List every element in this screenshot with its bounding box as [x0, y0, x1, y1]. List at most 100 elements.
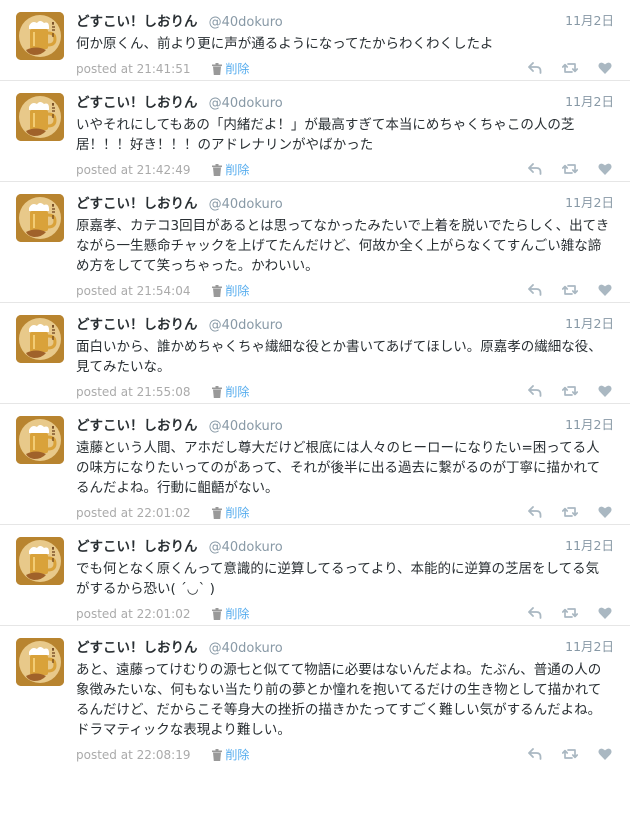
- retweet-icon: [562, 608, 579, 618]
- like-button[interactable]: [598, 747, 612, 761]
- trash-icon: [212, 285, 223, 297]
- tweet-header: どすこい！しおりん @40dokuro 11月2日: [76, 536, 614, 556]
- reply-button[interactable]: [528, 162, 542, 176]
- screen-name[interactable]: @40dokuro: [209, 540, 283, 555]
- user-name[interactable]: どすこい！しおりん: [76, 640, 198, 656]
- avatar[interactable]: [16, 93, 64, 141]
- like-button[interactable]: [598, 505, 612, 519]
- posted-time[interactable]: posted at 21:55:08: [76, 385, 191, 399]
- avatar[interactable]: [16, 638, 64, 686]
- heart-icon: [598, 607, 612, 619]
- screen-name[interactable]: @40dokuro: [209, 15, 283, 30]
- user-name[interactable]: どすこい！しおりん: [76, 539, 198, 555]
- delete-label: 削除: [225, 748, 250, 762]
- tweet-date[interactable]: 11月2日: [565, 92, 614, 112]
- heart-icon: [598, 284, 612, 296]
- retweet-button[interactable]: [562, 747, 579, 761]
- tweet-meta: posted at 22:01:02 削除: [76, 502, 614, 524]
- posted-time[interactable]: posted at 21:54:04: [76, 284, 191, 298]
- retweet-icon: [562, 749, 579, 759]
- delete-button[interactable]: 削除: [212, 62, 249, 76]
- screen-name[interactable]: @40dokuro: [209, 641, 283, 656]
- tweet-meta: posted at 21:55:08 削除: [76, 381, 614, 403]
- beer-mug-avatar-icon: [16, 638, 64, 686]
- tweet-date[interactable]: 11月2日: [565, 415, 614, 435]
- heart-icon: [598, 163, 612, 175]
- tweet-header: どすこい！しおりん @40dokuro 11月2日: [76, 193, 614, 213]
- beer-mug-avatar-icon: [16, 315, 64, 363]
- retweet-icon: [562, 507, 579, 517]
- trash-icon: [212, 164, 223, 176]
- beer-mug-avatar-icon: [16, 93, 64, 141]
- avatar[interactable]: [16, 537, 64, 585]
- reply-button[interactable]: [528, 505, 542, 519]
- tweet-date[interactable]: 11月2日: [565, 314, 614, 334]
- screen-name[interactable]: @40dokuro: [209, 318, 283, 333]
- tweet: どすこい！しおりん @40dokuro 11月2日 面白いから、誰かめちゃくちゃ…: [0, 302, 630, 403]
- reply-button[interactable]: [528, 747, 542, 761]
- tweet-date[interactable]: 11月2日: [565, 11, 614, 31]
- delete-button[interactable]: 削除: [212, 607, 249, 621]
- delete-label: 削除: [225, 284, 250, 298]
- delete-button[interactable]: 削除: [212, 506, 249, 520]
- retweet-button[interactable]: [562, 283, 579, 297]
- posted-time[interactable]: posted at 21:42:49: [76, 163, 191, 177]
- tweet-meta: posted at 21:41:51 削除: [76, 58, 614, 80]
- avatar[interactable]: [16, 416, 64, 464]
- like-button[interactable]: [598, 61, 612, 75]
- trash-icon: [212, 608, 223, 620]
- user-name[interactable]: どすこい！しおりん: [76, 196, 198, 212]
- tweet-meta: posted at 21:54:04 削除: [76, 280, 614, 302]
- posted-time[interactable]: posted at 22:08:19: [76, 748, 191, 762]
- posted-time[interactable]: posted at 22:01:02: [76, 506, 191, 520]
- user-name[interactable]: どすこい！しおりん: [76, 418, 198, 434]
- reply-button[interactable]: [528, 606, 542, 620]
- posted-time[interactable]: posted at 22:01:02: [76, 607, 191, 621]
- retweet-button[interactable]: [562, 606, 579, 620]
- heart-icon: [598, 506, 612, 518]
- screen-name[interactable]: @40dokuro: [209, 419, 283, 434]
- tweet-text: あと、遠藤ってけむりの源七と似てて物語に必要はないんだよね。たぶん、普通の人の象…: [76, 662, 602, 738]
- reply-icon: [528, 284, 542, 296]
- like-button[interactable]: [598, 384, 612, 398]
- heart-icon: [598, 385, 612, 397]
- screen-name[interactable]: @40dokuro: [209, 96, 283, 111]
- user-name[interactable]: どすこい！しおりん: [76, 95, 198, 111]
- tweet-date[interactable]: 11月2日: [565, 193, 614, 213]
- avatar[interactable]: [16, 194, 64, 242]
- delete-button[interactable]: 削除: [212, 385, 249, 399]
- avatar[interactable]: [16, 12, 64, 60]
- delete-label: 削除: [225, 62, 250, 76]
- tweet: どすこい！しおりん @40dokuro 11月2日 何か原くん、前より更に声が通…: [0, 0, 630, 80]
- tweet: どすこい！しおりん @40dokuro 11月2日 原嘉孝、カテコ3回目があると…: [0, 181, 630, 302]
- retweet-button[interactable]: [562, 162, 579, 176]
- tweet-text: でも何となく原くんって意識的に逆算してるってより、本能的に逆算の芝居をしてる気が…: [76, 561, 600, 597]
- reply-button[interactable]: [528, 61, 542, 75]
- retweet-button[interactable]: [562, 61, 579, 75]
- like-button[interactable]: [598, 283, 612, 297]
- avatar[interactable]: [16, 315, 64, 363]
- user-name[interactable]: どすこい！しおりん: [76, 317, 198, 333]
- like-button[interactable]: [598, 606, 612, 620]
- delete-button[interactable]: 削除: [212, 163, 249, 177]
- tweet-actions: [512, 162, 612, 178]
- posted-time[interactable]: posted at 21:41:51: [76, 62, 191, 76]
- retweet-button[interactable]: [562, 505, 579, 519]
- tweet-date[interactable]: 11月2日: [565, 536, 614, 556]
- user-name[interactable]: どすこい！しおりん: [76, 14, 198, 30]
- delete-button[interactable]: 削除: [212, 284, 249, 298]
- tweet-meta: posted at 22:01:02 削除: [76, 603, 614, 625]
- retweet-icon: [562, 285, 579, 295]
- retweet-button[interactable]: [562, 384, 579, 398]
- reply-button[interactable]: [528, 384, 542, 398]
- reply-button[interactable]: [528, 283, 542, 297]
- tweet-actions: [512, 61, 612, 77]
- tweet-date[interactable]: 11月2日: [565, 637, 614, 657]
- trash-icon: [212, 63, 223, 75]
- like-button[interactable]: [598, 162, 612, 176]
- beer-mug-avatar-icon: [16, 537, 64, 585]
- screen-name[interactable]: @40dokuro: [209, 197, 283, 212]
- beer-mug-avatar-icon: [16, 194, 64, 242]
- delete-button[interactable]: 削除: [212, 748, 249, 762]
- tweet-header: どすこい！しおりん @40dokuro 11月2日: [76, 637, 614, 657]
